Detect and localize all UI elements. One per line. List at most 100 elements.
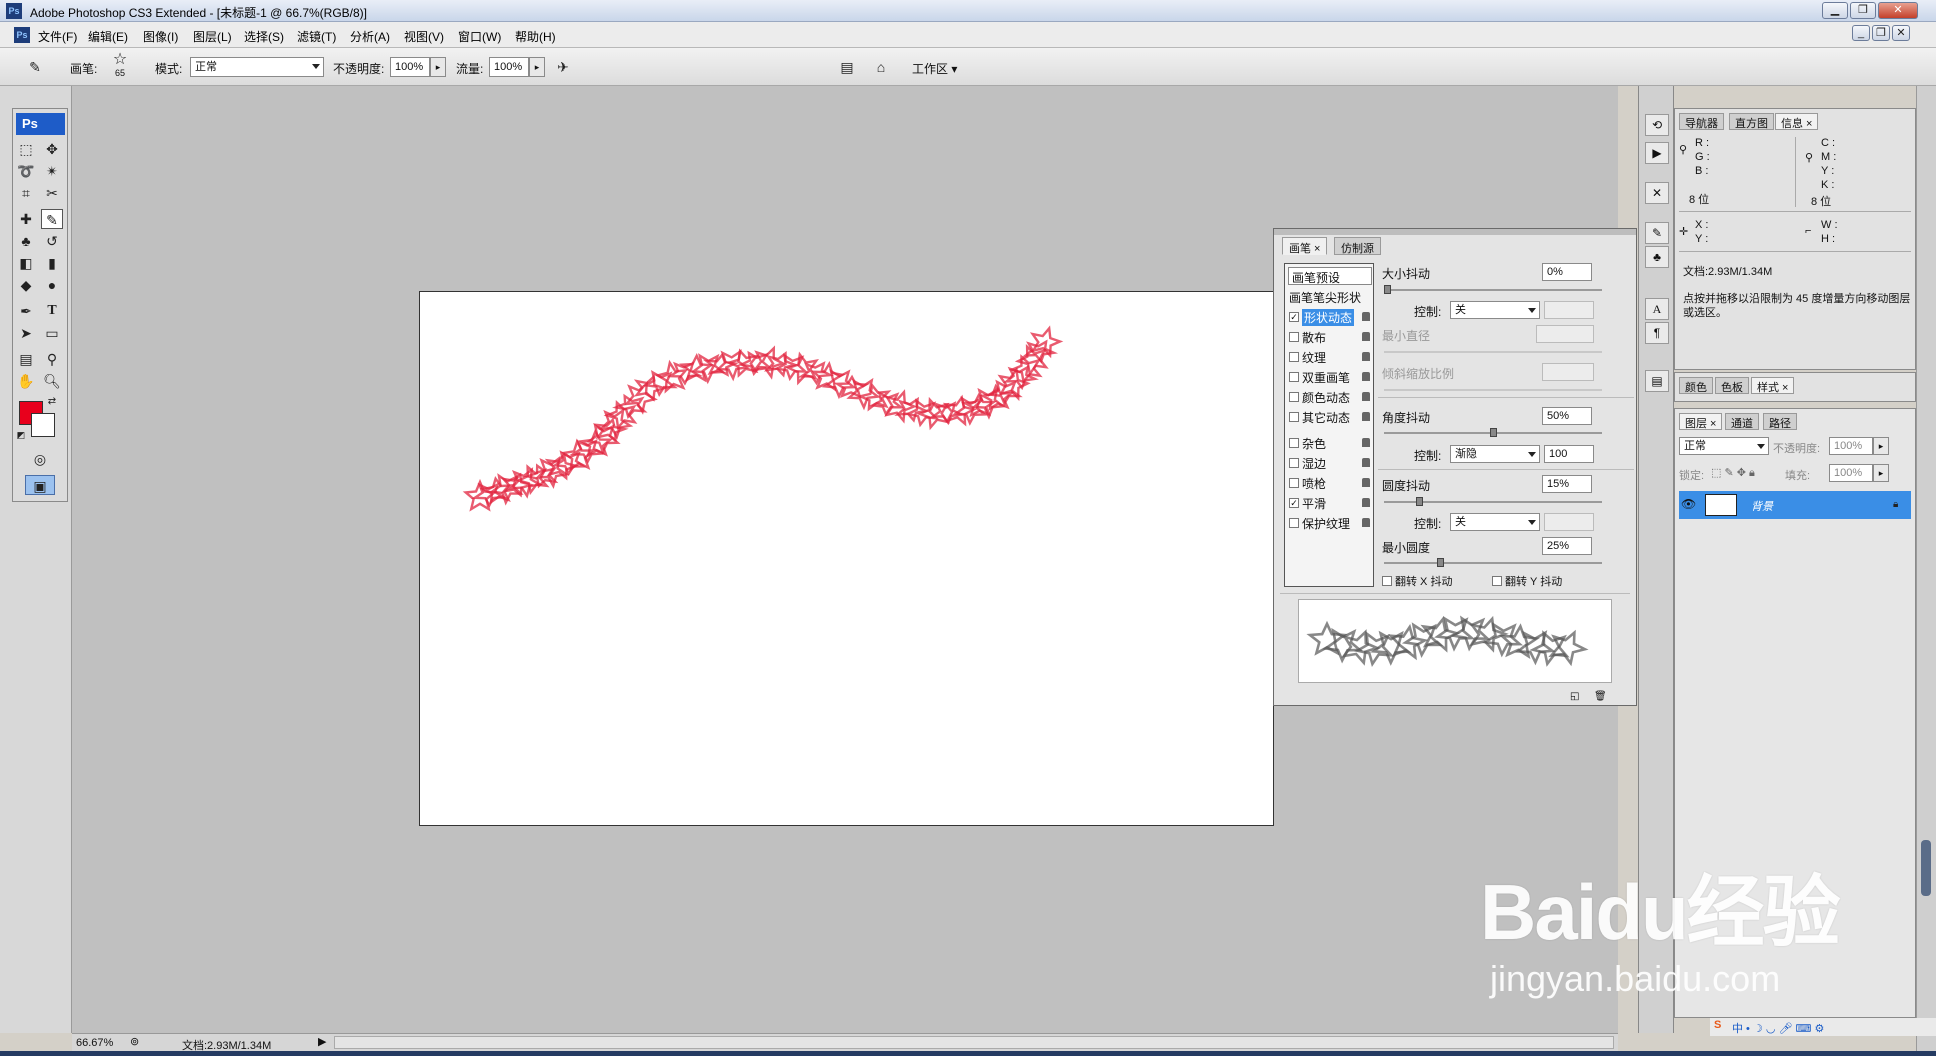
brush-option-item[interactable]: 颜色动态 — [1289, 388, 1373, 406]
blend-mode-select[interactable]: 正常 — [1679, 437, 1769, 455]
brush-option-item[interactable]: 双重画笔 — [1289, 368, 1373, 386]
tab-channels[interactable]: 通道 — [1725, 413, 1759, 430]
restore-button[interactable]: ❐ — [1850, 2, 1876, 19]
checkbox-box[interactable] — [1289, 372, 1299, 382]
fill-input[interactable]: 100% — [1829, 464, 1873, 482]
tab-navigator[interactable]: 导航器 — [1679, 113, 1724, 130]
paragraph-panel-icon[interactable]: ¶ — [1645, 322, 1669, 344]
menu-analysis[interactable]: 分析(A) — [350, 28, 390, 45]
background-color-swatch[interactable] — [31, 413, 55, 437]
opacity-slider-button[interactable]: ▸ — [430, 57, 446, 77]
checkbox-box[interactable]: ✓ — [1289, 312, 1299, 322]
checkbox-box[interactable] — [1289, 518, 1299, 528]
brush-option-item[interactable]: 保护纹理 — [1289, 514, 1373, 532]
control2-steps-input[interactable]: 100 — [1544, 445, 1594, 463]
tab-layers[interactable]: 图层 × — [1679, 413, 1723, 430]
lock-icon[interactable] — [1362, 332, 1370, 341]
checkbox-box[interactable] — [1289, 412, 1299, 422]
menu-layer[interactable]: 图层(L) — [193, 28, 232, 45]
zoom-level[interactable]: 66.67% — [76, 1037, 113, 1049]
brush-tool-preset-icon[interactable]: ✎ — [24, 57, 46, 77]
trash-icon[interactable]: 🗑︎ — [1594, 691, 1607, 702]
eyedropper-icon[interactable]: ⚲ — [41, 349, 63, 369]
status-menu-arrow[interactable]: ▶ — [318, 1035, 326, 1048]
document-canvas[interactable] — [419, 291, 1274, 826]
menu-select[interactable]: 选择(S) — [244, 28, 284, 45]
eraser-tool-icon[interactable]: ◧ — [15, 253, 37, 273]
checkbox-box[interactable] — [1289, 458, 1299, 468]
lock-icon[interactable] — [1362, 438, 1370, 447]
brush-tool-icon[interactable]: ✎ — [41, 209, 63, 229]
path-select-icon[interactable]: ➤ — [15, 323, 37, 343]
min-roundness-input[interactable]: 25% — [1542, 537, 1592, 555]
size-jitter-thumb[interactable] — [1384, 285, 1391, 294]
flip-x-checkbox[interactable]: 翻转 X 抖动 — [1382, 573, 1452, 589]
pen-tool-icon[interactable]: ✒ — [15, 301, 37, 321]
checkbox-box[interactable] — [1289, 332, 1299, 342]
checkbox-box[interactable] — [1289, 352, 1299, 362]
brush-tip-shape-item[interactable]: 画笔笔尖形状 — [1289, 289, 1361, 306]
size-jitter-input[interactable]: 0% — [1542, 263, 1592, 281]
min-roundness-thumb[interactable] — [1436, 558, 1444, 567]
menu-image[interactable]: 图像(I) — [143, 28, 178, 45]
doc-close-button[interactable]: ✕ — [1892, 25, 1910, 41]
control1-select[interactable]: 关 — [1450, 301, 1540, 319]
sogou-ime-icon[interactable]: S — [1714, 1019, 1721, 1031]
mode-select[interactable]: 正常 — [190, 57, 324, 77]
actions-panel-icon[interactable]: ▶ — [1645, 142, 1669, 164]
lock-icon[interactable] — [1362, 352, 1370, 361]
lock-icon[interactable] — [1362, 312, 1370, 321]
doc-restore-button[interactable]: ❐ — [1872, 25, 1890, 41]
panel-grip[interactable] — [1274, 229, 1636, 235]
menu-edit[interactable]: 编辑(E) — [88, 28, 128, 45]
brushes-panel-icon[interactable]: ✎ — [1645, 222, 1669, 244]
checkbox-box[interactable] — [1289, 438, 1299, 448]
brush-option-item[interactable]: 杂色 — [1289, 434, 1373, 452]
size-jitter-slider[interactable] — [1384, 289, 1602, 291]
lock-icon[interactable] — [1362, 412, 1370, 421]
horizontal-scrollbar[interactable] — [334, 1036, 1614, 1049]
doc-minimize-button[interactable]: _ — [1852, 25, 1870, 41]
history-brush-icon[interactable]: ↺ — [41, 231, 63, 251]
zoom-tool-icon[interactable]: 🔍︎ — [41, 371, 63, 391]
crop-tool-icon[interactable]: ⌗ — [15, 183, 37, 203]
default-colors-icon[interactable]: ◩ — [15, 429, 27, 441]
swap-colors-icon[interactable]: ⇄ — [45, 395, 59, 409]
lock-icon[interactable] — [1362, 498, 1370, 507]
layer-comps-icon[interactable]: ▤ — [1645, 370, 1669, 392]
tab-styles[interactable]: 样式 × — [1751, 377, 1795, 394]
character-panel-icon[interactable]: A — [1645, 298, 1669, 320]
lock-icons[interactable]: ⬚ ✎ ✥ 🔒︎ — [1711, 466, 1755, 480]
tab-histogram[interactable]: 直方图 — [1729, 113, 1774, 130]
quick-mask-icon[interactable]: ◎ — [29, 449, 51, 469]
hand-tool-icon[interactable]: ✋ — [15, 371, 37, 391]
menu-view[interactable]: 视图(V) — [404, 28, 444, 45]
menu-file[interactable]: 文件(F) — [38, 28, 77, 45]
palette-toggle-icon[interactable]: ▤ — [836, 57, 858, 77]
healing-brush-icon[interactable]: ✚ — [15, 209, 37, 229]
gradient-tool-icon[interactable]: ▮ — [41, 253, 63, 273]
roundness-jitter-input[interactable]: 15% — [1542, 475, 1592, 493]
tab-clone-source[interactable]: 仿制源 — [1334, 237, 1381, 255]
lock-icon[interactable] — [1362, 372, 1370, 381]
lock-icon[interactable] — [1362, 518, 1370, 527]
layer-opacity-slider-button[interactable]: ▸ — [1873, 437, 1889, 455]
brush-option-item[interactable]: 纹理 — [1289, 348, 1373, 366]
clone-source-icon[interactable]: ♣ — [1645, 246, 1669, 268]
tool-presets-icon[interactable]: ✕ — [1645, 182, 1669, 204]
marquee-tool-icon[interactable]: ⬚ — [15, 139, 37, 159]
brush-option-item[interactable]: ✓ 平滑 — [1289, 494, 1373, 512]
tab-color[interactable]: 颜色 — [1679, 377, 1713, 394]
opacity-input[interactable]: 100% — [390, 57, 430, 77]
history-panel-icon[interactable]: ⟲ — [1645, 114, 1669, 136]
tab-info[interactable]: 信息 × — [1775, 113, 1819, 130]
side-handle[interactable] — [1921, 840, 1931, 896]
lock-icon[interactable] — [1362, 478, 1370, 487]
clone-stamp-icon[interactable]: ♣ — [15, 231, 37, 251]
angle-jitter-input[interactable]: 50% — [1542, 407, 1592, 425]
roundness-jitter-thumb[interactable] — [1415, 497, 1423, 506]
bridge-icon[interactable]: ⌂ — [870, 57, 892, 77]
blur-tool-icon[interactable]: ◆ — [15, 275, 37, 295]
brush-picker[interactable]: ☆ 65 — [108, 52, 132, 82]
notes-tool-icon[interactable]: ▤ — [15, 349, 37, 369]
